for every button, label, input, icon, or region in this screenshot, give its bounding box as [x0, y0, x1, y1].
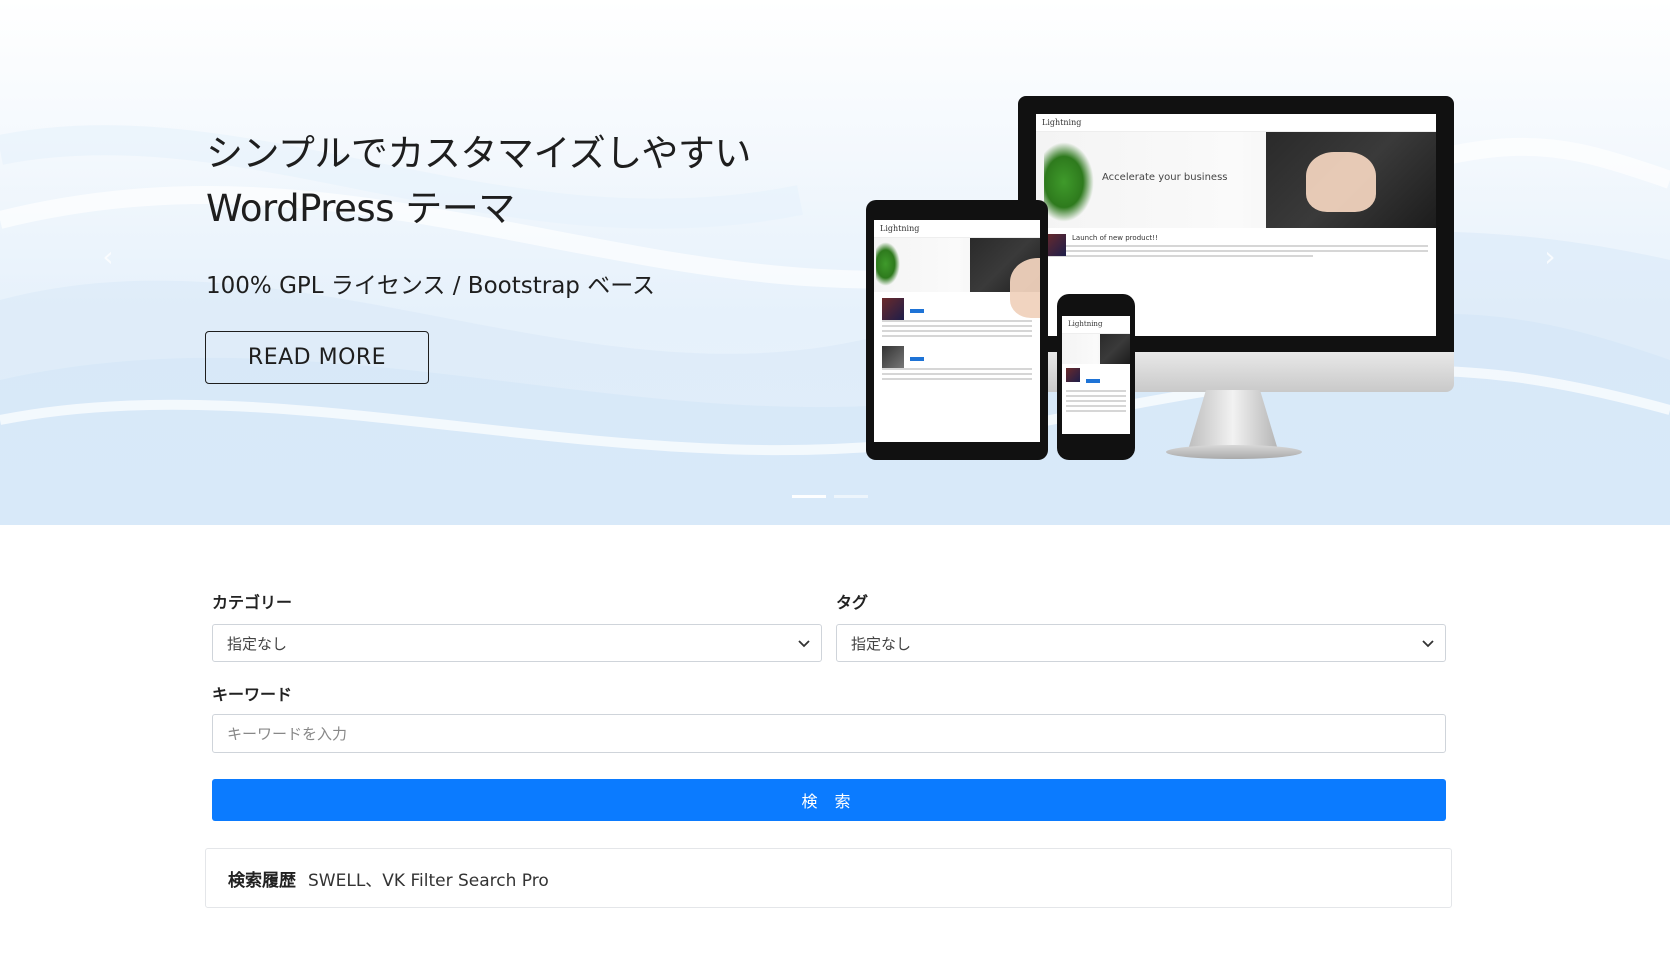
monitor-base: [1166, 445, 1302, 459]
phone-mockup: Lightning: [1057, 294, 1135, 460]
hero-title-line-2: WordPress テーマ: [206, 187, 515, 230]
tablet-hero: [874, 238, 1040, 318]
keyword-input[interactable]: [212, 714, 1446, 753]
monitor-hero: Accelerate your business: [1036, 132, 1436, 228]
monitor-post-list: Launch of new product!!: [1036, 228, 1436, 266]
phone-post-list: [1062, 364, 1130, 419]
chevron-down-icon: [798, 640, 810, 648]
category-label: カテゴリー: [212, 593, 293, 612]
monitor-tagline: Accelerate your business: [1102, 172, 1228, 183]
category-select[interactable]: 指定なし: [212, 624, 822, 662]
search-history-value: SWELL、VK Filter Search Pro: [308, 870, 549, 891]
tablet-site-brand: Lightning: [874, 220, 1040, 238]
tag-select-value: 指定なし: [851, 634, 912, 653]
monitor-stand: [1188, 390, 1278, 450]
plant-image: [1044, 142, 1094, 222]
hero-title-line-1: シンプルでカスタマイズしやすい: [206, 132, 751, 175]
category-select-value: 指定なし: [227, 634, 288, 653]
monitor-site-brand: Lightning: [1036, 114, 1436, 132]
carousel-indicator-2[interactable]: [834, 495, 868, 498]
responsive-devices-image: Lightning Accelerate your business Launc…: [860, 90, 1460, 470]
tag-select[interactable]: 指定なし: [836, 624, 1446, 662]
search-button[interactable]: 検 索: [212, 779, 1446, 821]
phone-screen: Lightning: [1062, 316, 1130, 434]
search-history-label: 検索履歴: [228, 870, 296, 891]
monitor-post-title: Launch of new product!!: [1072, 234, 1158, 242]
keyword-label: キーワード: [212, 685, 293, 704]
chevron-left-icon[interactable]: ‹: [98, 242, 118, 272]
chevron-right-icon[interactable]: ›: [1540, 242, 1560, 272]
tablet-screen: Lightning: [874, 220, 1040, 442]
read-more-button[interactable]: READ MORE: [205, 331, 429, 384]
keyboard-image: [1100, 334, 1130, 364]
hero-subtitle: 100% GPL ライセンス / Bootstrap ベース: [206, 273, 656, 299]
phone-site-brand: Lightning: [1062, 316, 1130, 334]
hero-title: シンプルでカスタマイズしやすい WordPress テーマ: [206, 126, 846, 236]
carousel-indicators: [792, 495, 868, 498]
tablet-mockup: Lightning: [866, 200, 1048, 460]
carousel-indicator-1[interactable]: [792, 495, 826, 498]
plant-image: [876, 242, 900, 286]
keyboard-image: [1266, 132, 1436, 228]
chevron-down-icon: [1422, 640, 1434, 648]
tag-label: タグ: [836, 593, 869, 612]
hero-slider: ‹ › シンプルでカスタマイズしやすい WordPress テーマ 100% G…: [0, 0, 1670, 525]
keyboard-image: [970, 238, 1040, 318]
phone-hero: [1062, 334, 1130, 364]
search-history: 検索履歴 SWELL、VK Filter Search Pro: [205, 848, 1452, 908]
